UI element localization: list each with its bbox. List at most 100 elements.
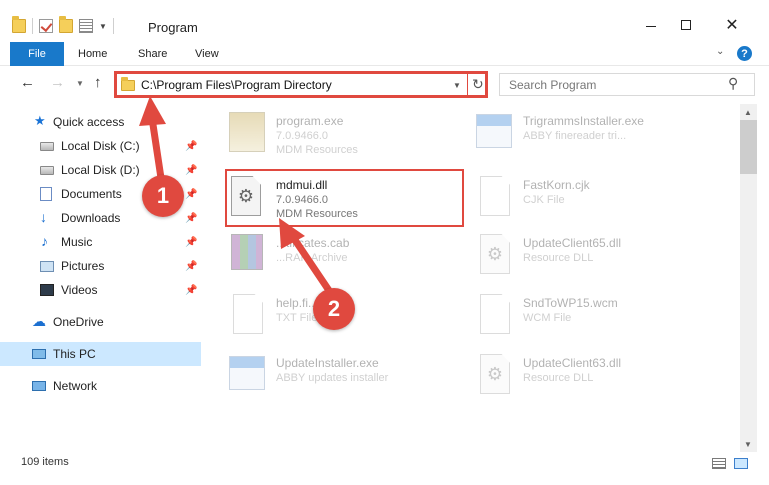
window-title: Program [148, 20, 198, 35]
properties-check-icon[interactable] [39, 19, 53, 33]
file-description: ABBY finereader tri... [523, 130, 627, 142]
folder-icon[interactable] [12, 16, 26, 33]
file-type: TXT File [276, 312, 318, 324]
back-button[interactable]: ← [20, 74, 35, 91]
file-type: WCM File [523, 312, 572, 324]
forward-button[interactable]: → [50, 74, 65, 91]
sidebar-item-local-disk-c[interactable]: Local Disk (C:) 📌 [0, 134, 201, 158]
step-badge-1: 1 [142, 175, 184, 217]
tab-home[interactable]: Home [78, 48, 107, 60]
pin-icon[interactable]: 📌 [185, 213, 197, 224]
maximize-button[interactable] [671, 10, 701, 40]
sidebar-item-quick-access[interactable]: ★ Quick access [0, 110, 201, 134]
pin-icon[interactable]: 📌 [185, 261, 197, 272]
gear-icon: ⚙ [486, 243, 504, 264]
pin-icon[interactable]: 📌 [185, 165, 197, 176]
search-input[interactable]: Search Program ⚲ [499, 73, 755, 96]
sidebar-item-label: Local Disk (C:) [61, 139, 140, 153]
file-name: UpdateInstaller.exe [276, 356, 379, 370]
large-icons-view-icon[interactable] [734, 458, 748, 469]
exe-icon [229, 356, 265, 390]
vertical-scrollbar[interactable]: ▲ ▼ [740, 104, 757, 453]
disk-icon [40, 166, 54, 175]
gear-icon: ⚙ [486, 363, 504, 384]
file-item-program-exe[interactable]: program.exe 7.0.9466.0 MDM Resources [207, 106, 447, 158]
up-button[interactable]: ↑ [94, 74, 102, 91]
view-details-icon[interactable] [79, 19, 93, 33]
tab-share[interactable]: Share [138, 48, 167, 60]
close-button[interactable]: ✕ [717, 10, 747, 40]
blank-file-icon [480, 176, 510, 216]
blank-file-icon [480, 294, 510, 334]
tab-file[interactable]: File [10, 42, 64, 66]
file-item-fastkorn-cjk[interactable]: FastKorn.cjk CJK File [454, 170, 694, 222]
help-icon[interactable]: ? [737, 46, 752, 61]
search-placeholder: Search Program [509, 78, 597, 92]
customize-toolbar-dropdown-icon[interactable]: ▼ [99, 22, 107, 31]
computer-icon [32, 349, 46, 359]
address-path[interactable]: C:\Program Files\Program Directory [141, 78, 332, 92]
refresh-icon[interactable]: ↻ [472, 76, 484, 93]
sidebar-item-music[interactable]: ♪ Music 📌 [0, 230, 201, 254]
close-icon: ✕ [725, 17, 739, 34]
sidebar-item-label: Network [53, 379, 98, 393]
file-item-updateclient63-dll[interactable]: ⚙ UpdateClient63.dll Resource DLL [454, 348, 694, 400]
sidebar-item-label: Videos [61, 283, 98, 297]
window-bottom-edge [0, 474, 769, 485]
sidebar-item-label: Pictures [61, 259, 105, 273]
setup-exe-icon [229, 112, 265, 152]
sidebar-item-videos[interactable]: Videos 📌 [0, 278, 201, 302]
file-name: SndToWP15.wcm [523, 296, 618, 310]
pin-icon[interactable]: 📌 [185, 189, 197, 200]
minimize-icon [646, 25, 656, 27]
address-divider [467, 74, 468, 95]
file-name: ...tificates.cab [276, 236, 350, 250]
scroll-down-icon[interactable]: ▼ [744, 440, 752, 449]
new-folder-icon[interactable] [59, 16, 73, 33]
expand-ribbon-icon[interactable]: ⌄ [716, 46, 724, 57]
disk-icon [40, 142, 54, 151]
file-name: TrigrammsInstaller.exe [523, 114, 644, 128]
network-icon [32, 381, 46, 391]
pin-icon[interactable]: 📌 [185, 141, 197, 152]
sidebar-item-label: Downloads [61, 211, 121, 225]
address-bar[interactable]: C:\Program Files\Program Directory ▼ ↻ [114, 71, 488, 98]
ribbon-tabs: File Home Share View ⌄ ? [0, 42, 769, 66]
music-icon: ♪ [41, 233, 48, 249]
sidebar-item-label: Quick access [53, 115, 125, 129]
address-dropdown-icon[interactable]: ▼ [453, 81, 461, 90]
file-item-certificates-cab[interactable]: ...tificates.cab ...RAR Archive [207, 228, 447, 280]
step-badge-2: 2 [313, 288, 355, 330]
file-description: ABBY updates installer [276, 372, 389, 384]
file-name: UpdateClient63.dll [523, 356, 622, 370]
sidebar-item-this-pc[interactable]: This PC [0, 342, 201, 366]
sidebar-item-pictures[interactable]: Pictures 📌 [0, 254, 201, 278]
file-item-updateinstaller-exe[interactable]: UpdateInstaller.exe ABBY updates install… [207, 348, 447, 400]
recent-locations-dropdown-icon[interactable]: ▼ [76, 79, 84, 88]
navigation-bar: ← → ▼ ↑ C:\Program Files\Program Directo… [0, 68, 769, 102]
minimize-button[interactable] [636, 10, 666, 40]
file-item-sndtowp15-wcm[interactable]: SndToWP15.wcm WCM File [454, 288, 694, 340]
tab-view[interactable]: View [195, 48, 219, 60]
highlight-box-mdmui [225, 169, 464, 227]
item-count: 109 items [21, 456, 69, 468]
file-item-updateclient65-dll[interactable]: ⚙ UpdateClient65.dll Resource DLL [454, 228, 694, 280]
sidebar-item-onedrive[interactable]: ☁ OneDrive [0, 310, 201, 334]
pin-icon[interactable]: 📌 [185, 237, 197, 248]
star-icon: ★ [34, 113, 46, 128]
file-name: program.exe [276, 114, 344, 128]
sidebar-item-network[interactable]: Network [0, 374, 201, 398]
pin-icon[interactable]: 📌 [185, 285, 197, 296]
search-icon[interactable]: ⚲ [728, 75, 738, 92]
quick-access-toolbar: ▼ [12, 16, 114, 34]
rar-archive-icon [231, 234, 263, 270]
cloud-icon: ☁ [32, 313, 46, 329]
sidebar-item-label: Documents [61, 187, 122, 201]
scroll-up-icon[interactable]: ▲ [744, 108, 752, 117]
dll-gear-icon: ⚙ [480, 354, 510, 394]
status-bar: 109 items [0, 452, 769, 474]
file-item-trigrammsinstaller-exe[interactable]: TrigrammsInstaller.exe ABBY finereader t… [454, 106, 694, 158]
scroll-thumb[interactable] [740, 120, 757, 174]
details-view-icon[interactable] [712, 458, 726, 469]
sidebar-item-label: This PC [53, 347, 96, 361]
